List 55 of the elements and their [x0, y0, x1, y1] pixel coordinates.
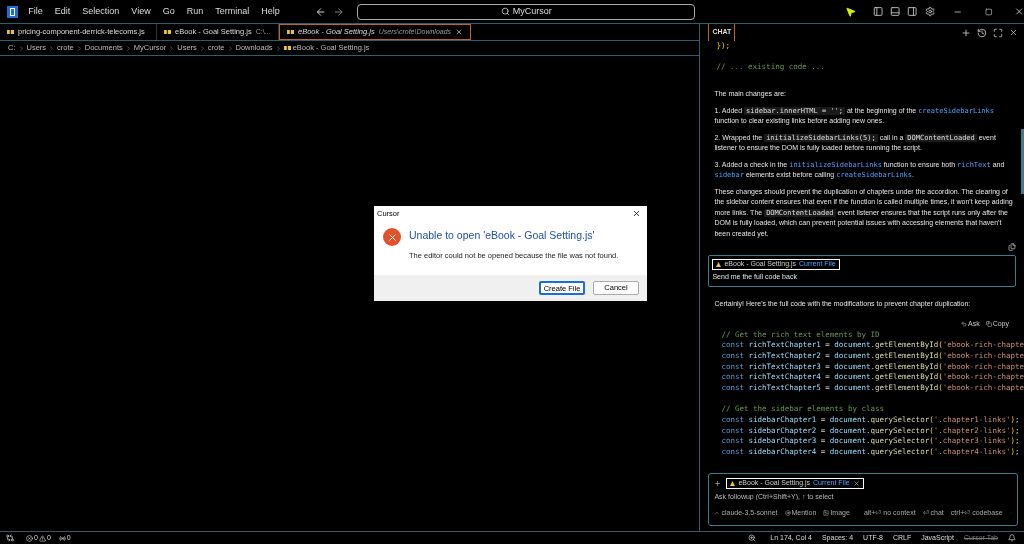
chevron-icon	[168, 44, 176, 52]
panel-toggle-icon[interactable]	[889, 6, 901, 17]
chevron-icon	[124, 44, 132, 52]
settings-icon[interactable]	[924, 6, 935, 17]
search-icon	[500, 7, 510, 16]
chevron-icon	[274, 44, 282, 52]
mouse-pointer-icon	[845, 5, 857, 18]
js-file-icon	[164, 29, 171, 35]
menu-item[interactable]: File	[28, 4, 43, 19]
add-context-icon[interactable]	[714, 480, 722, 487]
menu-item[interactable]: Go	[162, 4, 175, 19]
notifications-icon[interactable]	[1008, 534, 1016, 542]
at-sign-icon	[784, 509, 791, 516]
menu-item[interactable]: Help	[261, 4, 280, 19]
file-triangle-icon	[730, 481, 736, 486]
js-file-icon	[7, 29, 14, 35]
history-icon[interactable]	[977, 27, 987, 38]
chevron-icon	[198, 44, 206, 52]
secondary-sidebar-toggle-icon[interactable]	[907, 6, 918, 17]
undo-icon	[961, 321, 967, 328]
forward-arrow-icon[interactable]	[333, 5, 345, 18]
app-logo-icon	[7, 5, 19, 18]
menu-item[interactable]: View	[131, 4, 151, 19]
chevron-icon	[75, 44, 83, 52]
scrollbar-thumb	[1021, 129, 1024, 194]
chevron-icon	[17, 44, 25, 52]
js-file-icon	[283, 45, 291, 51]
error-icon	[383, 228, 401, 246]
maximize-icon[interactable]	[985, 7, 993, 16]
sidebar-toggle-icon[interactable]	[872, 6, 883, 17]
remote-icon[interactable]	[6, 534, 14, 542]
chevron-icon	[226, 44, 234, 52]
close-icon[interactable]	[852, 480, 860, 487]
copy-icon[interactable]	[1008, 243, 1016, 252]
zoom-icon[interactable]	[748, 534, 757, 542]
dialog-heading: Unable to open 'eBook - Goal Setting.js'	[409, 228, 596, 243]
search-field[interactable]: MyCursor	[357, 3, 696, 20]
close-icon[interactable]	[1013, 6, 1024, 17]
close-icon[interactable]	[632, 209, 641, 218]
menu-item[interactable]: Run	[186, 4, 204, 19]
chevron-icon	[48, 44, 56, 52]
back-arrow-icon[interactable]	[314, 5, 326, 18]
menu-item[interactable]: Selection	[82, 4, 120, 19]
menu-item[interactable]: Terminal	[215, 4, 250, 19]
menu-item[interactable]: Edit	[54, 4, 71, 19]
js-file-icon	[287, 29, 294, 35]
image-icon	[823, 509, 830, 516]
expand-icon[interactable]	[993, 27, 1003, 38]
error-icon	[26, 534, 33, 542]
file-triangle-icon	[716, 262, 722, 268]
warning-icon	[38, 534, 46, 542]
copy-icon	[985, 321, 992, 328]
antenna-icon	[58, 534, 66, 542]
close-tab-icon[interactable]	[455, 28, 464, 36]
new-chat-icon[interactable]	[961, 27, 971, 38]
